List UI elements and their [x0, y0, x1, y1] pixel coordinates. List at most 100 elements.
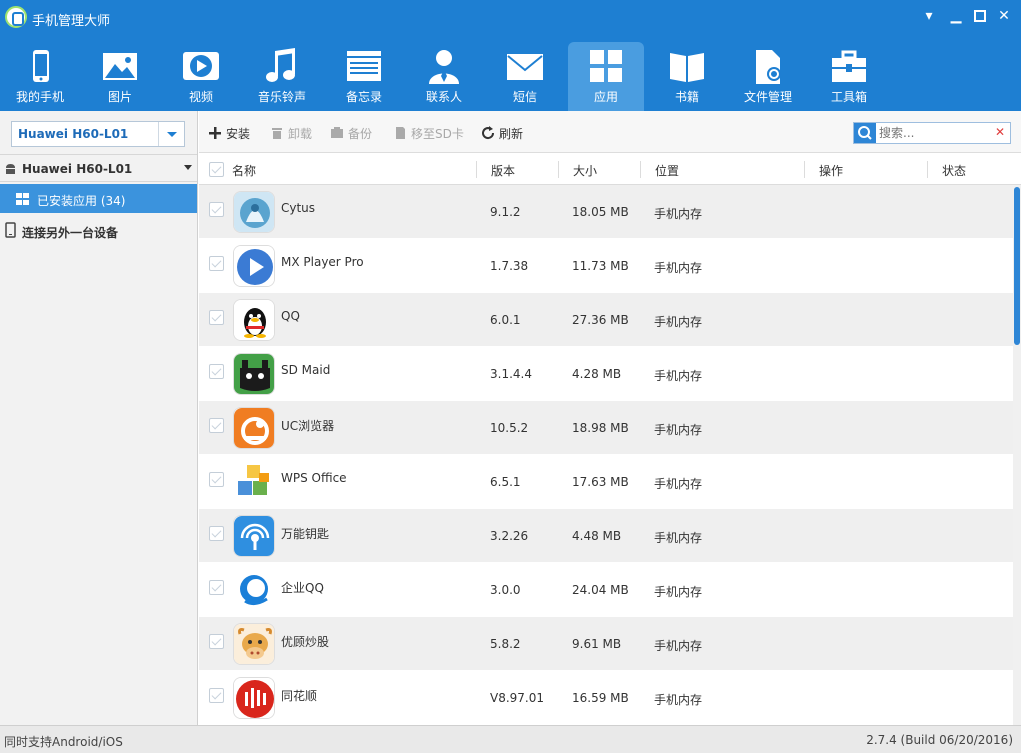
table-row[interactable]: UC浏览器 10.5.2 18.98 MB 手机内存	[199, 401, 1013, 455]
nav-memo[interactable]: 备忘录	[326, 42, 402, 110]
move-to-sd-button[interactable]: 移至SD卡	[393, 125, 464, 143]
vertical-scrollbar[interactable]	[1013, 185, 1021, 725]
column-name[interactable]: 名称	[232, 162, 256, 179]
app-version: 6.5.1	[490, 475, 521, 489]
app-location: 手机内存	[654, 639, 703, 653]
table-row[interactable]: SD Maid 3.1.4.4 4.28 MB 手机内存	[199, 347, 1013, 401]
row-checkbox[interactable]	[209, 202, 224, 217]
refresh-label: 刷新	[499, 127, 524, 141]
column-size[interactable]: 大小	[573, 162, 597, 179]
memo-icon	[347, 51, 381, 81]
sd-card-icon	[396, 127, 405, 139]
table-row[interactable]: Cytus 9.1.2 18.05 MB 手机内存	[199, 185, 1013, 239]
app-version: 9.1.2	[490, 205, 521, 219]
mail-icon	[507, 54, 543, 80]
minimize-button[interactable]: ▁	[945, 6, 967, 26]
menu-dropdown-icon[interactable]: ▾	[918, 6, 940, 26]
connect-other-device[interactable]: 连接另外一台设备	[0, 216, 197, 244]
main-nav: 我的手机 图片 视频 音乐铃声 备忘录 联系人 短信 应用 书籍 文件管理 工具…	[0, 36, 1021, 111]
column-location[interactable]: 位置	[655, 162, 679, 179]
table-row[interactable]: 同花顺 V8.97.01 16.59 MB 手机内存	[199, 671, 1013, 725]
search-icon[interactable]	[854, 123, 876, 143]
nav-video[interactable]: 视频	[163, 42, 239, 110]
app-name: 企业QQ	[281, 581, 324, 595]
column-divider	[927, 161, 928, 178]
nav-label: 文件管理	[743, 90, 792, 104]
row-checkbox[interactable]	[209, 580, 224, 595]
title-bar: 手机管理大师 ▾ ▁ ✕	[0, 0, 1021, 36]
app-name: WPS Office	[281, 471, 347, 485]
chevron-down-icon[interactable]	[158, 122, 184, 146]
install-button[interactable]: 安装	[208, 125, 250, 143]
app-location: 手机内存	[654, 315, 703, 329]
table-row[interactable]: 万能钥匙 3.2.26 4.48 MB 手机内存	[199, 509, 1013, 563]
device-select-value: Huawei H60-L01	[18, 127, 129, 141]
refresh-icon	[482, 126, 495, 140]
close-button[interactable]: ✕	[993, 6, 1015, 26]
app-location: 手机内存	[654, 477, 703, 491]
table-row[interactable]: 优顾炒股 5.8.2 9.61 MB 手机内存	[199, 617, 1013, 671]
app-name: MX Player Pro	[281, 255, 364, 269]
install-label: 安装	[226, 127, 251, 141]
nav-pictures[interactable]: 图片	[82, 42, 158, 110]
sidebar-item-installed-apps[interactable]: 已安装应用 (34)	[0, 184, 197, 213]
table-row[interactable]: 企业QQ 3.0.0 24.04 MB 手机内存	[199, 563, 1013, 617]
refresh-button[interactable]: 刷新	[481, 125, 523, 143]
column-status[interactable]: 状态	[942, 162, 966, 179]
nav-sms[interactable]: 短信	[487, 42, 563, 110]
app-name: 优顾炒股	[281, 635, 330, 649]
nav-label: 书籍	[674, 90, 699, 104]
nav-file-manager[interactable]: 文件管理	[730, 42, 806, 110]
plus-icon	[209, 127, 221, 139]
scroll-thumb[interactable]	[1014, 187, 1020, 345]
table-header: 名称 版本 大小 位置 操作 状态	[199, 154, 1021, 185]
row-checkbox[interactable]	[209, 472, 224, 487]
device-tree-header[interactable]: Huawei H60-L01	[0, 154, 197, 182]
app-size: 4.48 MB	[572, 529, 622, 543]
app-name: 同花顺	[281, 689, 318, 703]
nav-music[interactable]: 音乐铃声	[244, 42, 320, 110]
app-size: 18.98 MB	[572, 421, 629, 435]
app-size: 18.05 MB	[572, 205, 629, 219]
clear-icon[interactable]: ✕	[995, 125, 1005, 139]
device-select[interactable]: Huawei H60-L01	[11, 121, 185, 147]
table-row[interactable]: MX Player Pro 1.7.38 11.73 MB 手机内存	[199, 239, 1013, 293]
nav-toolbox[interactable]: 工具箱	[811, 42, 887, 110]
column-action[interactable]: 操作	[819, 162, 843, 179]
row-checkbox[interactable]	[209, 256, 224, 271]
app-version: 6.0.1	[490, 313, 521, 327]
row-checkbox[interactable]	[209, 634, 224, 649]
app-version: 3.0.0	[490, 583, 521, 597]
row-checkbox[interactable]	[209, 310, 224, 325]
table-row[interactable]: QQ 6.0.1 27.36 MB 手机内存	[199, 293, 1013, 347]
row-checkbox[interactable]	[209, 364, 224, 379]
top-bar: 手机管理大师 ▾ ▁ ✕ 我的手机 图片 视频 音乐铃声 备忘录 联系人 短信 …	[0, 0, 1021, 111]
nav-books[interactable]: 书籍	[649, 42, 725, 110]
column-divider	[558, 161, 559, 178]
nav-apps[interactable]: 应用	[568, 42, 644, 111]
search-box[interactable]: ✕	[853, 122, 1011, 144]
select-all-checkbox[interactable]	[209, 162, 224, 177]
row-checkbox[interactable]	[209, 418, 224, 433]
row-checkbox[interactable]	[209, 526, 224, 541]
nav-contacts[interactable]: 联系人	[406, 42, 482, 110]
stock-chart-icon	[233, 677, 275, 719]
nav-my-phone[interactable]: 我的手机	[2, 42, 78, 110]
toolbox-icon	[832, 50, 866, 82]
maximize-button[interactable]	[969, 6, 991, 26]
app-name: UC浏览器	[281, 419, 335, 433]
backup-button[interactable]: 备份	[330, 125, 372, 143]
app-version: V8.97.01	[490, 691, 545, 705]
uninstall-button[interactable]: 卸载	[270, 125, 312, 143]
app-version: 1.7.38	[490, 259, 529, 273]
music-icon	[266, 48, 295, 82]
app-size: 4.28 MB	[572, 367, 622, 381]
nav-label: 工具箱	[830, 90, 867, 104]
caret-down-icon[interactable]	[184, 165, 192, 170]
table-row[interactable]: WPS Office 6.5.1 17.63 MB 手机内存	[199, 455, 1013, 509]
row-checkbox[interactable]	[209, 688, 224, 703]
search-input[interactable]	[879, 125, 989, 141]
device-name: Huawei H60-L01	[22, 162, 133, 176]
app-location: 手机内存	[654, 693, 703, 707]
column-version[interactable]: 版本	[491, 162, 515, 179]
